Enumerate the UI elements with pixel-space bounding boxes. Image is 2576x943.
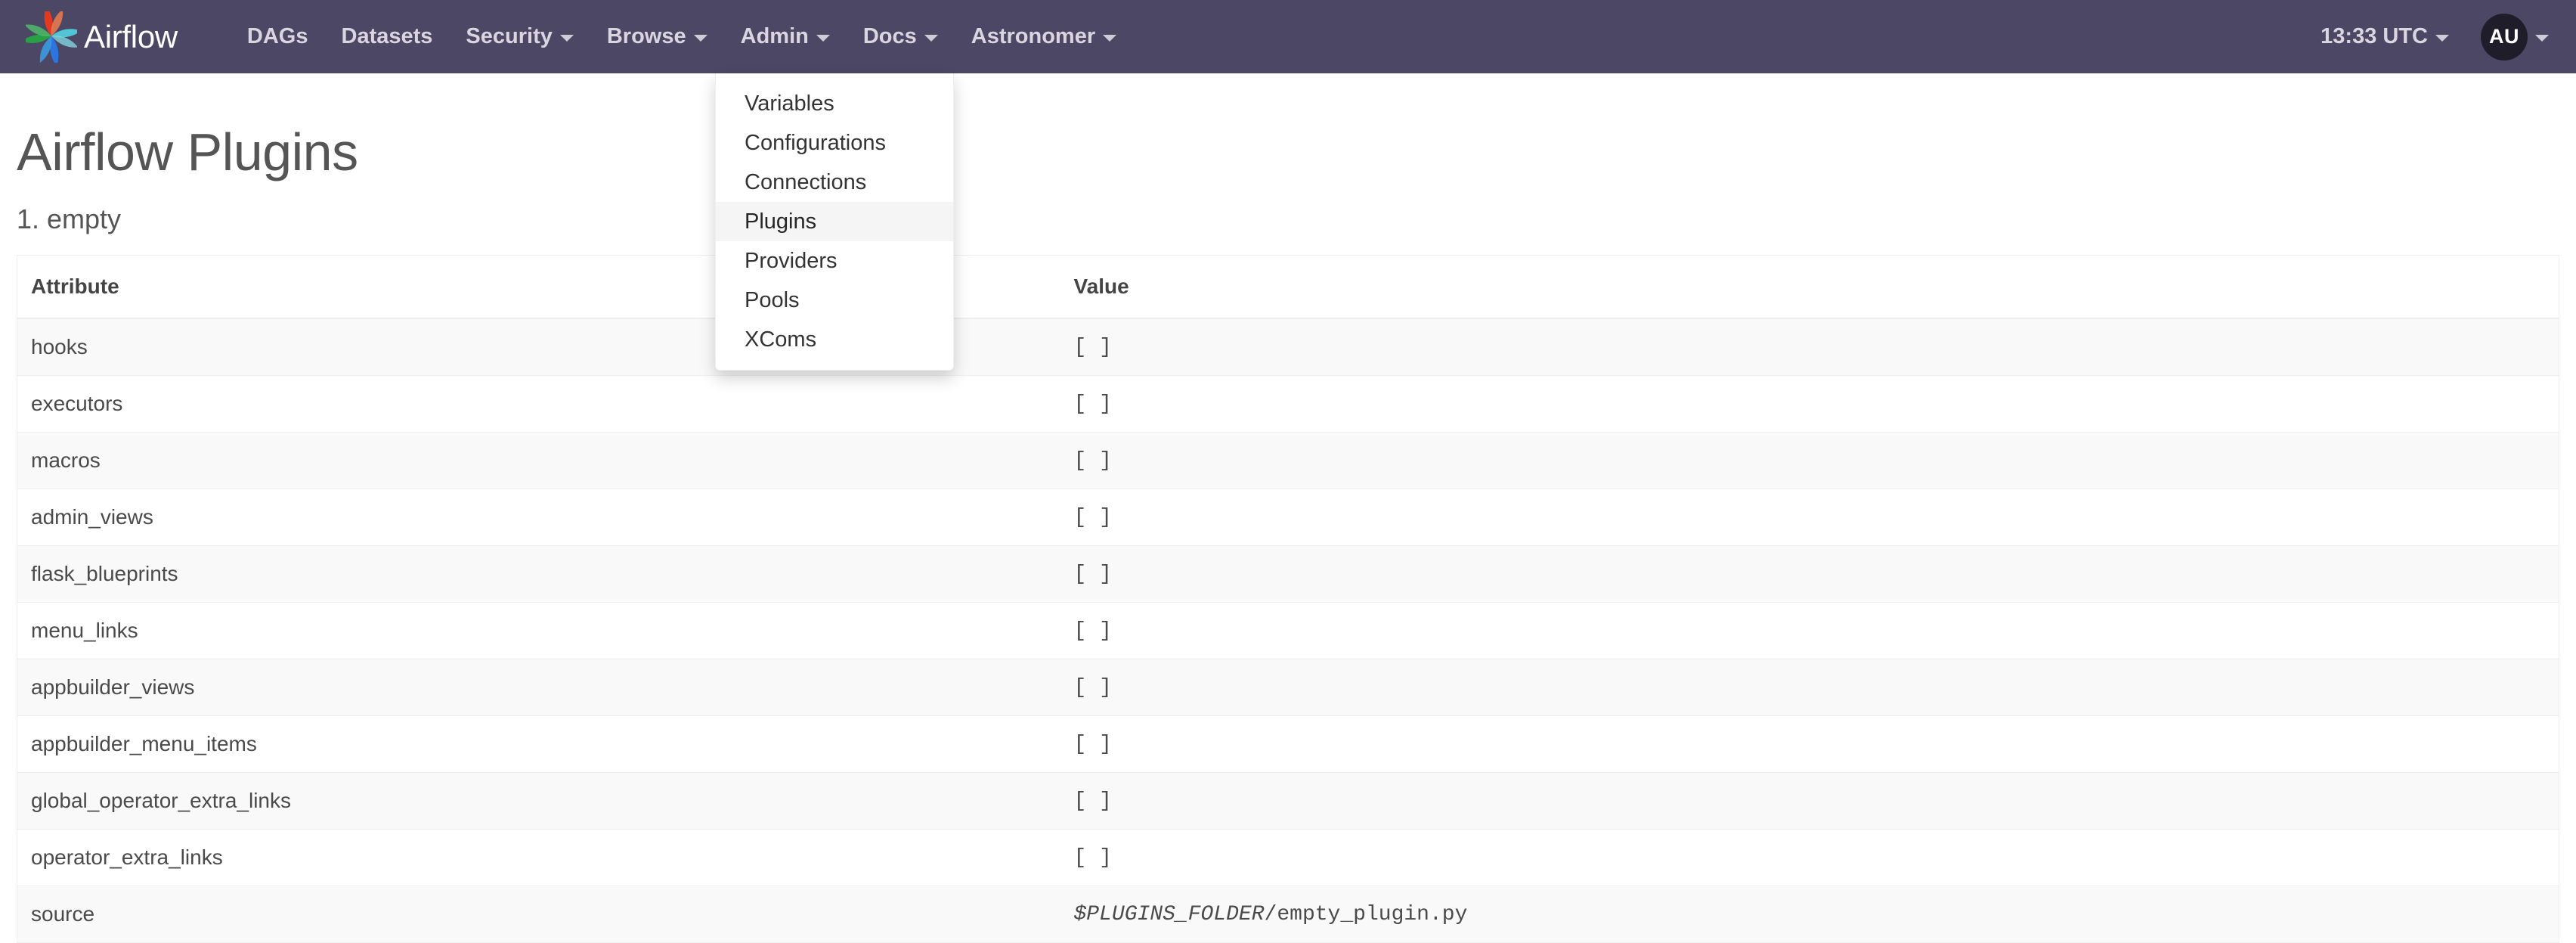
dropdown-item-xcoms[interactable]: XComs [716, 320, 953, 359]
dropdown-item-pools[interactable]: Pools [716, 281, 953, 320]
table-body: hooks [ ] executors [ ] macros [ ] admin… [17, 318, 2559, 943]
table-row: appbuilder_menu_items [ ] [17, 716, 2559, 773]
nav-item-label: Admin [741, 24, 809, 49]
nav-item-label: Datasets [342, 24, 433, 49]
cell-value: [ ] [1060, 489, 2559, 546]
nav-item-label: DAGs [247, 24, 308, 49]
dropdown-item-configurations[interactable]: Configurations [716, 123, 953, 163]
utc-clock-button[interactable]: 13:33 UTC [2311, 24, 2458, 49]
table-header-row: Attribute Value [17, 256, 2559, 319]
dropdown-item-variables[interactable]: Variables [716, 84, 953, 123]
cell-attribute: executors [17, 376, 1060, 433]
table-row: source $PLUGINS_FOLDER/empty_plugin.py [17, 886, 2559, 943]
avatar: AU [2481, 14, 2528, 60]
table-row: global_operator_extra_links [ ] [17, 773, 2559, 830]
cell-attribute: appbuilder_views [17, 659, 1060, 716]
table-row: menu_links [ ] [17, 603, 2559, 659]
table-row: executors [ ] [17, 376, 2559, 433]
airflow-pinwheel-icon [26, 11, 77, 63]
plugin-heading: 1. empty [17, 203, 2559, 235]
table-row: flask_blueprints [ ] [17, 546, 2559, 603]
cell-attribute: global_operator_extra_links [17, 773, 1060, 830]
dropdown-item-plugins[interactable]: Plugins [716, 202, 953, 241]
cell-value: [ ] [1060, 603, 2559, 659]
cell-value: [ ] [1060, 376, 2559, 433]
cell-attribute: macros [17, 433, 1060, 489]
nav-item-datasets[interactable]: Datasets [325, 0, 450, 73]
source-file-path: /empty_plugin.py [1265, 903, 1468, 926]
cell-value: [ ] [1060, 830, 2559, 886]
cell-value: [ ] [1060, 318, 2559, 376]
top-navbar: Airflow DAGs Datasets Security Browse Ad… [0, 0, 2576, 73]
avatar-initials: AU [2489, 25, 2519, 48]
table-row: hooks [ ] [17, 318, 2559, 376]
chevron-down-icon [2435, 35, 2449, 42]
table-row: operator_extra_links [ ] [17, 830, 2559, 886]
nav-item-label: Browse [607, 24, 686, 49]
cell-value: [ ] [1060, 659, 2559, 716]
cell-attribute: admin_views [17, 489, 1060, 546]
cell-value: [ ] [1060, 546, 2559, 603]
chevron-down-icon [2535, 35, 2549, 42]
chevron-down-icon [694, 35, 707, 42]
chevron-down-icon [816, 35, 830, 42]
cell-value-source: $PLUGINS_FOLDER/empty_plugin.py [1060, 886, 2559, 943]
admin-dropdown-menu: Variables Configurations Connections Plu… [715, 73, 954, 371]
nav-item-label: Astronomer [971, 24, 1095, 49]
cell-value: [ ] [1060, 716, 2559, 773]
main-content: Airflow Plugins 1. empty Attribute Value… [0, 73, 2576, 943]
cell-attribute: menu_links [17, 603, 1060, 659]
table-head: Attribute Value [17, 256, 2559, 319]
chevron-down-icon [1103, 35, 1116, 42]
table-row: macros [ ] [17, 433, 2559, 489]
cell-attribute: flask_blueprints [17, 546, 1060, 603]
cell-attribute: appbuilder_menu_items [17, 716, 1060, 773]
brand-home-link[interactable]: Airflow [26, 0, 178, 73]
user-menu-button[interactable]: AU [2458, 14, 2549, 60]
table-row: admin_views [ ] [17, 489, 2559, 546]
dropdown-item-providers[interactable]: Providers [716, 241, 953, 281]
chevron-down-icon [924, 35, 938, 42]
nav-item-security[interactable]: Security [449, 0, 590, 73]
nav-item-docs[interactable]: Docs [847, 0, 955, 73]
cell-value: [ ] [1060, 433, 2559, 489]
nav-item-dags[interactable]: DAGs [231, 0, 325, 73]
source-env-var: $PLUGINS_FOLDER [1074, 903, 1265, 926]
navbar-items: DAGs Datasets Security Browse Admin Docs… [231, 0, 1133, 73]
nav-item-astronomer[interactable]: Astronomer [955, 0, 1133, 73]
chevron-down-icon [560, 35, 574, 42]
table-row: appbuilder_views [ ] [17, 659, 2559, 716]
nav-item-label: Security [466, 24, 552, 49]
cell-attribute: source [17, 886, 1060, 943]
navbar-right-group: 13:33 UTC AU [2311, 0, 2576, 73]
nav-item-admin[interactable]: Admin [724, 0, 847, 73]
utc-clock-label: 13:33 UTC [2321, 24, 2428, 49]
brand-label: Airflow [84, 21, 178, 53]
column-header-value: Value [1060, 256, 2559, 319]
page-title: Airflow Plugins [17, 123, 2559, 181]
cell-attribute: operator_extra_links [17, 830, 1060, 886]
plugins-attribute-table: Attribute Value hooks [ ] executors [ ] … [17, 255, 2559, 943]
cell-value: [ ] [1060, 773, 2559, 830]
nav-item-label: Docs [863, 24, 917, 49]
dropdown-item-connections[interactable]: Connections [716, 163, 953, 202]
nav-item-browse[interactable]: Browse [590, 0, 724, 73]
